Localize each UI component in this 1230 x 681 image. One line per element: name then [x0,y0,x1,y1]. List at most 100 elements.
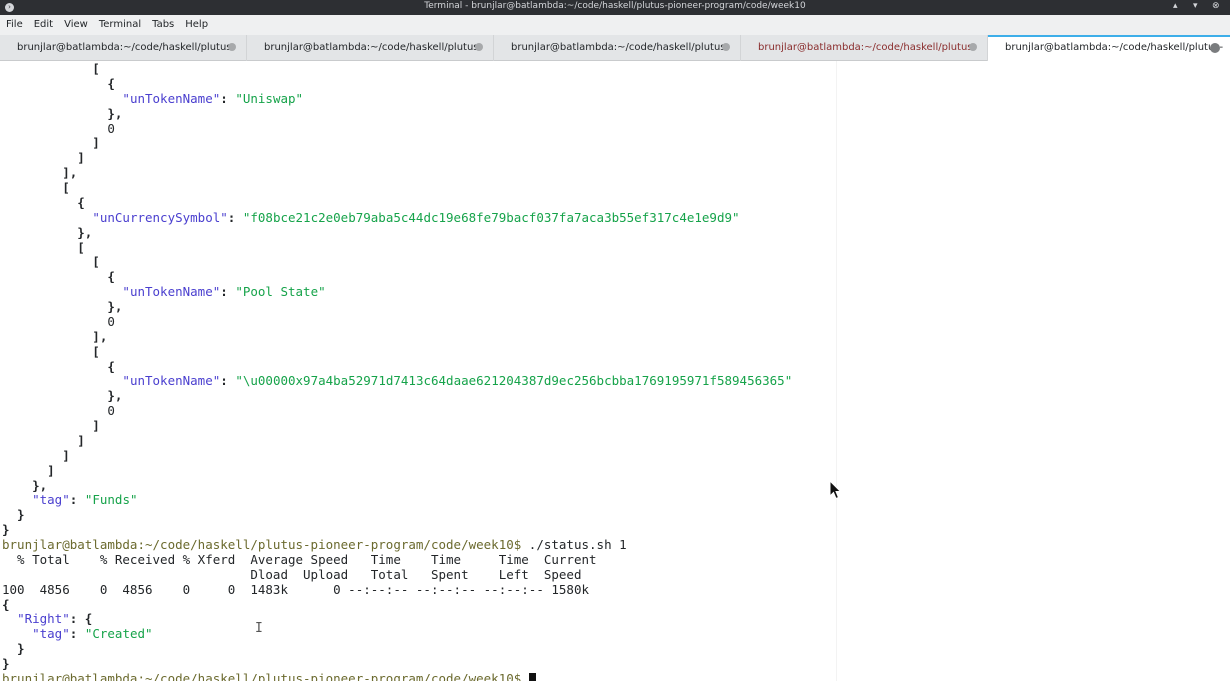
terminal-text: : [69,626,85,642]
terminal-line: 0 [2,403,792,419]
terminal-line: [ [2,254,792,270]
terminal-text: ] [2,432,85,448]
terminal-output[interactable]: [ { "unTokenName": "Uniswap" }, 0 ] ] ],… [0,61,1230,681]
terminal-line: } [2,522,792,538]
terminal-line: [ [2,239,792,256]
terminal-line: ] [2,432,792,449]
terminal-text: : [69,492,85,508]
terminal-text: } [2,656,10,671]
terminal-text: } [2,522,10,538]
terminal-text: 0 [2,313,115,329]
terminal-line: ], [2,165,792,181]
terminal-text: ] [2,135,100,151]
terminal-line: brunjlar@batlambda:~/code/haskell/plutus… [2,671,792,681]
terminal-line: }, [2,299,792,315]
terminal-text: "unTokenName" [122,90,221,106]
tab-2[interactable]: brunjlar@batlambda:~/code/haskell/plutus [247,35,494,61]
maximize-icon[interactable]: ▾ [1193,1,1198,11]
terminal-text: } [2,507,25,523]
terminal-text: }, [2,299,123,314]
terminal-text: : [220,284,236,300]
terminal-text: 0 [2,403,115,419]
terminal-text: "Pool State" [235,284,326,300]
terminal-line: } [2,656,792,672]
terminal-line: "unTokenName": "Pool State" [2,284,792,300]
minimize-icon[interactable]: ▴ [1173,1,1178,11]
terminal-text: brunjlar@batlambda:~/code/haskell/plutus… [2,537,522,552]
terminal-text: "Funds" [84,492,138,508]
tab-close-icon[interactable] [475,43,483,51]
terminal-line: 0 [2,121,792,137]
terminal-line: "tag": "Created" [2,626,792,642]
tab-1[interactable]: brunjlar@batlambda:~/code/haskell/plutus [0,35,247,61]
terminal-line: { [2,269,792,285]
terminal-line: }, [2,224,792,241]
terminal-line: "Right": { [2,611,792,627]
terminal-line: [ [2,344,792,360]
tab-close-icon[interactable] [969,43,977,51]
terminal-text: { [2,269,115,285]
terminal-text: : [220,90,236,106]
terminal-line: "unTokenName": "\u00000x97a4ba52971d7413… [2,373,793,389]
tab-label: brunjlar@batlambda:~/code/haskell/plutus [511,42,726,53]
close-icon[interactable]: ⊗ [1212,1,1220,11]
window-title: Terminal - brunjlar@batlambda:~/code/has… [424,1,806,11]
menu-view[interactable]: View [58,15,93,30]
terminal-line: [ [2,61,792,77]
terminal-line: }, [2,478,792,494]
terminal-line: } [2,641,792,657]
terminal-line: 100 4856 0 4856 0 0 1483k 0 --:--:-- --:… [2,581,792,598]
menu-edit[interactable]: Edit [28,15,58,30]
terminal-text: "\u00000x97a4ba52971d7413c64daae62120438… [235,373,793,389]
terminal-text: { [2,194,85,210]
terminal-text: "unCurrencySymbol" [92,209,228,225]
tab-close-icon[interactable] [722,43,730,51]
terminal-text: "tag" [32,492,70,508]
tab-close-icon[interactable] [228,43,236,51]
tab-5-active[interactable]: brunjlar@batlambda:~/code/haskell/plutus… [988,35,1230,75]
menu-terminal[interactable]: Terminal [93,15,146,30]
terminal-text: "Created" [84,626,153,642]
menu-tabs[interactable]: Tabs [146,15,179,30]
terminal-text: ] [2,418,100,433]
terminal-line: }, [2,388,792,404]
terminal-line: ] [2,135,792,151]
mouse-arrow-icon [829,480,842,500]
terminal-text: [ [2,180,70,195]
terminal-text: [ [2,254,100,270]
terminal-text: : { [69,611,93,627]
tab-close-icon[interactable] [1210,43,1220,53]
terminal-line: }, [2,105,792,122]
terminal-text: ] [2,447,70,463]
terminal-text: 100 4856 0 4856 0 0 1483k 0 --:--:-- --:… [2,581,589,597]
terminal-line: Dload Upload Total Spent Left Speed [2,567,792,583]
terminal-line: brunjlar@batlambda:~/code/haskell/plutus… [2,537,792,553]
terminal-text: }, [2,105,123,121]
terminal-text: [ [2,239,85,255]
terminal-line: "unTokenName": "Uniswap" [2,90,792,107]
terminal-text: { [2,358,115,374]
terminal-text: ] [2,462,55,478]
tab-4[interactable]: brunjlar@batlambda:~/code/haskell/plutus [741,35,988,61]
terminal-line: { [2,75,792,92]
menu-bar: File Edit View Terminal Tabs Help [0,15,1230,35]
terminal-text: [ [2,61,100,76]
terminal-line: } [2,507,792,523]
terminal-text: }, [2,224,93,240]
tab-label: brunjlar@batlambda:~/code/haskell/plutus [264,42,479,53]
terminal-text: ] [2,150,85,166]
tab-label: brunjlar@batlambda:~/code/haskell/plutus [758,42,973,53]
terminal-text: ], [2,328,108,344]
terminal-text: : [227,209,243,225]
terminal-text: { [2,75,115,91]
terminal-text: "unTokenName" [122,284,221,300]
tab-3[interactable]: brunjlar@batlambda:~/code/haskell/plutus [494,35,741,61]
menu-file[interactable]: File [0,15,28,30]
menu-help[interactable]: Help [179,15,213,30]
